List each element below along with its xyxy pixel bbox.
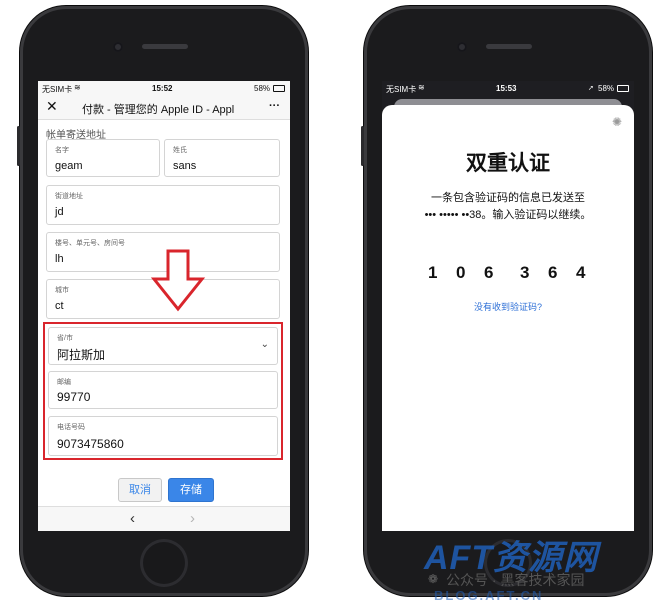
chevron-down-icon: ⌄ xyxy=(260,339,269,350)
right-status-bar: 无SIM卡 ≋ 15:53 ➚ 58% xyxy=(382,81,634,95)
browser-bottom-bar: ‹ › xyxy=(38,506,290,531)
last-name-label: 姓氏 xyxy=(173,147,187,154)
left-phone-home-button[interactable] xyxy=(140,539,188,587)
watermark: AFT资源网 ❁ 公众号 · 黑客技术家园 BLOG.AFT.CN xyxy=(408,528,660,603)
street-label: 街道地址 xyxy=(55,193,83,200)
left-status-bar: 无SIM卡 ≋ 15:52 58% xyxy=(38,81,290,95)
left-phone-camera xyxy=(113,42,123,52)
first-name-field[interactable]: 名字 geam xyxy=(46,139,160,177)
province-label: 省/市 xyxy=(57,335,73,342)
battery-icon xyxy=(617,85,629,92)
code-digit: 3 xyxy=(520,263,530,282)
first-name-label: 名字 xyxy=(55,147,69,154)
unit-label: 楼号、单元号、房间号 xyxy=(55,240,125,247)
carrier-text: 无SIM卡 xyxy=(42,85,73,94)
city-value: ct xyxy=(55,300,64,312)
last-name-field[interactable]: 姓氏 sans xyxy=(164,139,280,177)
close-icon[interactable]: ✕ xyxy=(46,98,58,115)
webview-header: ✕ 付款 - 管理您的 Apple ID - Appl ··· xyxy=(38,95,290,120)
down-arrow-annotation xyxy=(150,249,206,312)
left-phone-frame: 无SIM卡 ≋ 15:52 58% ✕ 付款 - 管理您的 Apple ID -… xyxy=(17,6,308,596)
left-phone-screen: 无SIM卡 ≋ 15:52 58% ✕ 付款 - 管理您的 Apple ID -… xyxy=(38,81,290,531)
battery-text: 58% xyxy=(598,84,615,93)
code-digit: 6 xyxy=(484,263,494,282)
forward-arrow-icon[interactable]: › xyxy=(190,510,195,527)
phone-label: 电话号码 xyxy=(57,424,85,431)
code-digit: 4 xyxy=(576,263,586,282)
right-phone-frame: 无SIM卡 ≋ 15:53 ➚ 58% ✺ 双重认证 一条包含验证码的信息已发送… xyxy=(361,6,652,596)
right-phone-screen: 无SIM卡 ≋ 15:53 ➚ 58% ✺ 双重认证 一条包含验证码的信息已发送… xyxy=(382,81,634,531)
watermark-line2: 公众号 · 黑客技术家园 xyxy=(446,572,585,588)
back-arrow-icon[interactable]: ‹ xyxy=(130,510,135,527)
carrier-text: 无SIM卡 xyxy=(386,85,417,94)
watermark-line3: BLOG.AFT.CN xyxy=(434,588,544,603)
last-name-value: sans xyxy=(173,160,197,172)
code-digit: 0 xyxy=(456,263,466,282)
auth-message-line1: 一条包含验证码的信息已发送至 xyxy=(431,192,585,204)
right-phone-camera xyxy=(457,42,467,52)
street-value: jd xyxy=(55,206,64,218)
wifi-icon: ≋ xyxy=(74,83,81,92)
page-title: 付款 - 管理您的 Apple ID - Appl xyxy=(82,104,235,116)
right-phone-side-button xyxy=(361,126,364,166)
province-value: 阿拉斯加 xyxy=(57,348,106,362)
more-icon[interactable]: ··· xyxy=(269,100,280,112)
city-label: 城市 xyxy=(55,287,69,294)
location-icon: ➚ xyxy=(588,85,594,92)
wechat-icon: ❁ xyxy=(428,572,439,586)
verification-code[interactable]: 1 0 6 3 6 4 xyxy=(428,263,598,283)
wifi-icon: ≋ xyxy=(418,83,425,92)
resend-code-link[interactable]: 没有收到验证码? xyxy=(382,300,634,313)
left-phone-speaker xyxy=(142,44,188,49)
unit-value: lh xyxy=(55,253,64,265)
first-name-value: geam xyxy=(55,160,83,172)
phone-value: 9073475860 xyxy=(57,437,124,451)
status-time: 15:53 xyxy=(496,84,517,93)
zip-value: 99770 xyxy=(57,390,91,404)
phone-field[interactable]: 电话号码 9073475860 xyxy=(48,416,278,456)
battery-text: 58% xyxy=(254,84,271,93)
auth-title: 双重认证 xyxy=(466,152,550,175)
code-digit: 6 xyxy=(548,263,558,282)
auth-message-line2: ••• ••••• ••38。输入验证码以继续。 xyxy=(424,209,592,221)
province-select[interactable]: 省/市 阿拉斯加 ⌄ xyxy=(48,327,278,365)
zip-field[interactable]: 邮编 99770 xyxy=(48,371,278,409)
zip-label: 邮编 xyxy=(57,379,71,386)
battery-icon xyxy=(273,85,285,92)
loading-spinner-icon: ✺ xyxy=(611,115,622,129)
code-digit: 1 xyxy=(428,263,438,282)
status-time: 15:52 xyxy=(152,84,173,93)
left-phone-side-button xyxy=(17,126,20,166)
cancel-button[interactable]: 取消 xyxy=(118,478,162,502)
save-button[interactable]: 存储 xyxy=(168,478,214,502)
street-field[interactable]: 街道地址 jd xyxy=(46,185,280,225)
right-phone-speaker xyxy=(486,44,532,49)
auth-sheet: ✺ 双重认证 一条包含验证码的信息已发送至 ••• ••••• ••38。输入验… xyxy=(382,105,634,531)
